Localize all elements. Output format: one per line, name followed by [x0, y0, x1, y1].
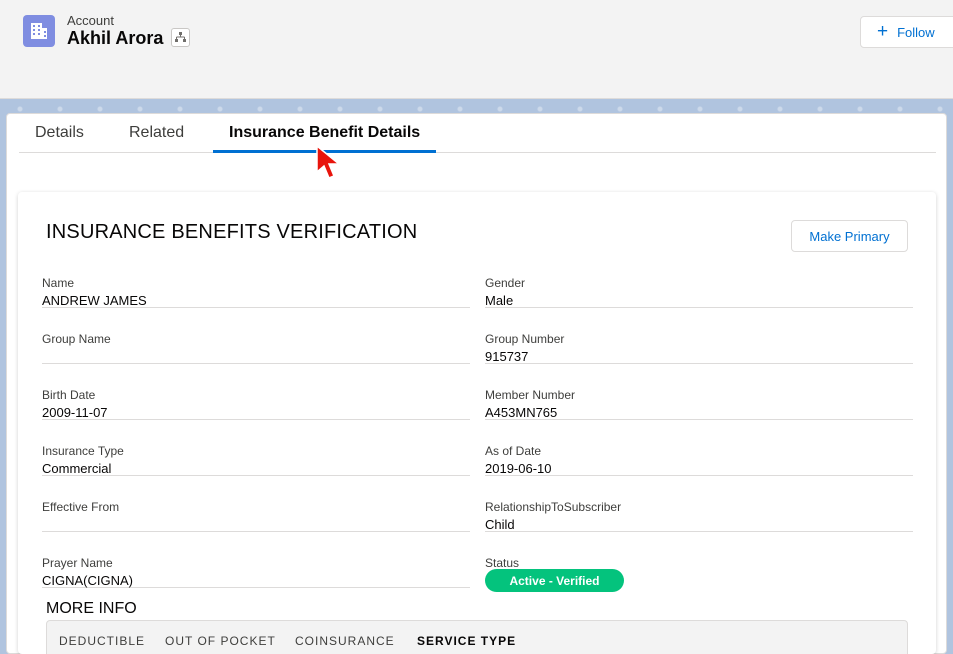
tab-details[interactable]: Details — [35, 124, 84, 153]
follow-label: Follow — [897, 24, 935, 40]
field-label: Effective From — [42, 500, 120, 514]
record-header: Account Akhil Arora + Follow — [0, 0, 953, 99]
follow-button[interactable]: + Follow — [860, 16, 953, 48]
field-value: A453MN765 — [485, 405, 558, 420]
field-birth-date: Birth Date 2009-11-07 — [42, 388, 470, 420]
field-label: Status — [485, 556, 520, 570]
record-tabs: Details Related Insurance Benefit Detail… — [19, 114, 936, 153]
more-info-heading: MORE INFO — [46, 600, 137, 617]
field-label: Prayer Name — [42, 556, 113, 570]
field-label: Birth Date — [42, 388, 96, 402]
field-as-of-date: As of Date 2019-06-10 — [485, 444, 913, 476]
panel-title: INSURANCE BENEFITS VERIFICATION — [46, 221, 418, 243]
tab-out-of-pocket[interactable]: OUT OF POCKET — [165, 634, 276, 648]
field-label: Group Number — [485, 332, 565, 346]
field-insurance-type: Insurance Type Commercial — [42, 444, 470, 476]
status-badge: Active - Verified — [485, 569, 624, 592]
field-label: Group Name — [42, 332, 111, 346]
plus-icon: + — [877, 20, 889, 42]
object-type-label: Account — [67, 13, 114, 28]
mouse-cursor-icon — [316, 144, 342, 179]
field-label: Name — [42, 276, 75, 290]
view-hierarchy-button[interactable] — [171, 28, 190, 47]
make-primary-button[interactable]: Make Primary — [791, 220, 908, 252]
tab-deductible[interactable]: DEDUCTIBLE — [59, 634, 145, 648]
field-value: ANDREW JAMES — [42, 293, 147, 308]
field-effective-from: Effective From — [42, 500, 470, 532]
field-value: Child — [485, 517, 515, 532]
field-value: Male — [485, 293, 514, 308]
field-value: Commercial — [42, 461, 112, 476]
field-value: 2019-06-10 — [485, 461, 552, 476]
tab-related[interactable]: Related — [129, 124, 184, 153]
field-label: Member Number — [485, 388, 576, 402]
field-value: 915737 — [485, 349, 529, 364]
field-group-name: Group Name — [42, 332, 470, 364]
field-value: CIGNA(CIGNA) — [42, 573, 133, 588]
record-name: Akhil Arora — [67, 28, 164, 48]
field-status: Status Active - Verified — [485, 556, 913, 592]
field-value: 2009-11-07 — [42, 405, 108, 420]
more-info-tabs: DEDUCTIBLE OUT OF POCKET COINSURANCE SER… — [46, 620, 908, 654]
field-name: Name ANDREW JAMES — [42, 276, 470, 308]
insurance-verification-panel: INSURANCE BENEFITS VERIFICATION Make Pri… — [18, 192, 936, 654]
field-group-number: Group Number 915737 — [485, 332, 913, 364]
field-prayer-name: Prayer Name CIGNA(CIGNA) — [42, 556, 470, 588]
field-label: Gender — [485, 276, 526, 290]
field-gender: Gender Male — [485, 276, 913, 308]
field-member-number: Member Number A453MN765 — [485, 388, 913, 420]
field-label: RelationshipToSubscriber — [485, 500, 622, 514]
building-icon — [23, 15, 55, 47]
tab-coinsurance[interactable]: COINSURANCE — [295, 634, 395, 648]
hierarchy-icon — [175, 32, 186, 42]
field-label: Insurance Type — [42, 444, 124, 458]
field-label: As of Date — [485, 444, 542, 458]
tab-service-type[interactable]: SERVICE TYPE — [417, 634, 516, 648]
field-relationship-to-subscriber: RelationshipToSubscriber Child — [485, 500, 913, 532]
